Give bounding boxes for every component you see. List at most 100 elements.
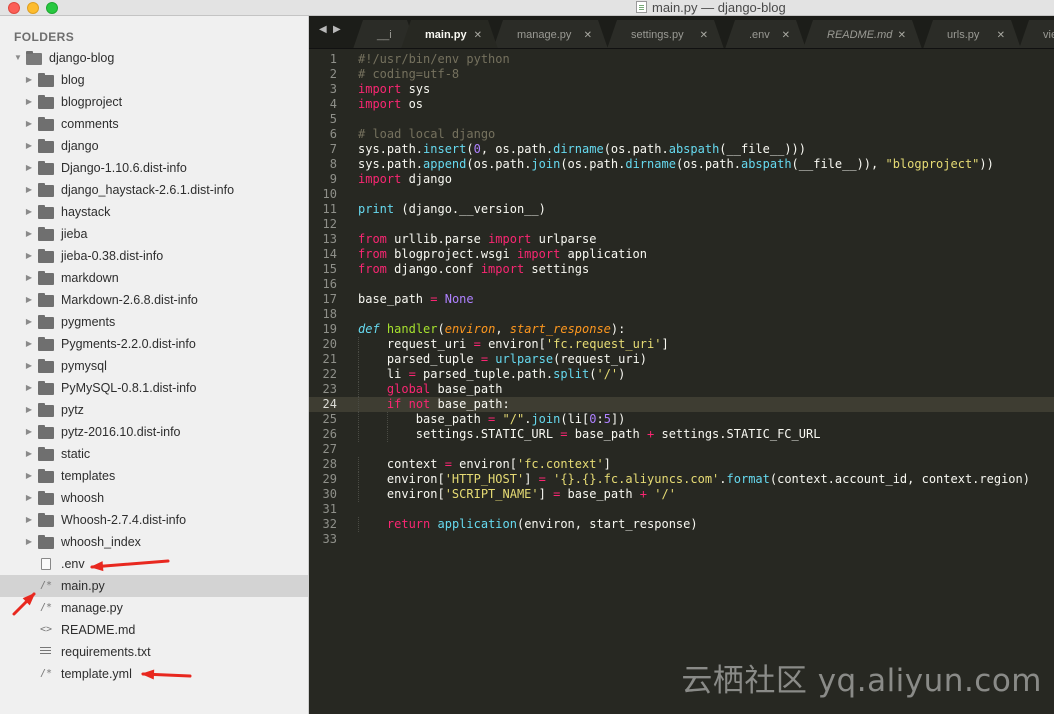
- code-line[interactable]: [353, 307, 1054, 322]
- line-number: 14: [322, 247, 337, 261]
- tab-main-py[interactable]: main.py ✕: [401, 20, 498, 49]
- code-string: "/": [502, 412, 525, 426]
- line-number: 22: [322, 367, 337, 381]
- code-line[interactable]: #!/usr/bin/env python: [353, 52, 1054, 67]
- code-line[interactable]: [353, 112, 1054, 127]
- code-function: append: [423, 157, 467, 171]
- code-comment: # load local django: [358, 127, 496, 141]
- code-line[interactable]: # load local django: [353, 127, 1054, 142]
- code-line[interactable]: return application(environ, start_respon…: [353, 517, 1054, 532]
- code-text: request_uri: [386, 337, 474, 351]
- editor-pane: ◀ ▶ __i main.py ✕ manage.py ✕ settings.py ✕ .en…: [309, 16, 1054, 714]
- line-number: 26: [322, 427, 337, 441]
- code-line[interactable]: [353, 187, 1054, 202]
- code-keyword: global: [386, 382, 431, 396]
- line-number: 23: [322, 382, 337, 396]
- tab-label: settings.py: [631, 29, 684, 41]
- line-number: 30: [322, 487, 337, 501]
- code-area[interactable]: #!/usr/bin/env python # coding=utf-8 impor…: [353, 49, 1054, 714]
- code-line[interactable]: import django: [353, 172, 1054, 187]
- code-line[interactable]: global base_path: [353, 382, 1054, 397]
- code-line[interactable]: # coding=utf-8: [353, 67, 1054, 82]
- code-line[interactable]: from django.conf import settings: [353, 262, 1054, 277]
- line-number: 16: [322, 277, 337, 291]
- code-line[interactable]: context = environ['fc.context']: [353, 457, 1054, 472]
- line-number: 24: [309, 397, 353, 412]
- code-line[interactable]: import os: [353, 97, 1054, 112]
- code-text: (os.path.: [560, 157, 626, 171]
- code-line[interactable]: from blogproject.wsgi import application: [353, 247, 1054, 262]
- code-function: dirname: [625, 157, 676, 171]
- code-line[interactable]: from urllib.parse import urlparse: [353, 232, 1054, 247]
- close-icon[interactable]: ✕: [474, 20, 482, 49]
- tab-manage-py[interactable]: manage.py ✕: [493, 20, 608, 49]
- code-line[interactable]: request_uri = environ['fc.request_uri']: [353, 337, 1054, 352]
- code-line[interactable]: [353, 217, 1054, 232]
- code-line[interactable]: environ['HTTP_HOST'] = '{}.{}.fc.aliyunc…: [353, 472, 1054, 487]
- code-line[interactable]: def handler(environ, start_response):: [353, 322, 1054, 337]
- code-text: (__file__)),: [791, 157, 886, 171]
- code-line[interactable]: li = parsed_tuple.path.split('/'): [353, 367, 1054, 382]
- line-number: 20: [322, 337, 337, 351]
- line-number: 32: [322, 517, 337, 531]
- close-icon[interactable]: ✕: [584, 20, 592, 49]
- code-line[interactable]: import sys: [353, 82, 1054, 97]
- code-line[interactable]: base_path = None: [353, 292, 1054, 307]
- watermark: 云栖社区 yq.aliyun.com: [681, 663, 1042, 699]
- code-text: ]: [524, 472, 539, 486]
- code-line[interactable]: sys.path.insert(0, os.path.dirname(os.pa…: [353, 142, 1054, 157]
- tab-label: vie: [1043, 29, 1051, 41]
- code-text: (os.path.: [466, 157, 532, 171]
- tab-vie[interactable]: vie: [1019, 20, 1054, 49]
- code-line[interactable]: [353, 502, 1054, 517]
- tab-label: urls.py: [947, 29, 980, 41]
- line-number: 6: [329, 127, 337, 141]
- indent-guide: [358, 487, 359, 502]
- code-text: urllib.parse: [386, 232, 489, 246]
- code-line[interactable]: sys.path.append(os.path.join(os.path.dir…: [353, 157, 1054, 172]
- code-text: settings: [524, 262, 590, 276]
- code-line[interactable]: settings.STATIC_URL = base_path + settin…: [353, 427, 1054, 442]
- code-text: (context.account_id, context.region): [769, 472, 1030, 486]
- code-text: django.conf: [386, 262, 481, 276]
- line-number: 25: [322, 412, 337, 426]
- code-line[interactable]: [353, 442, 1054, 457]
- indent-guide: [358, 412, 359, 427]
- code-param: start_response: [509, 322, 611, 336]
- code-line[interactable]: [353, 532, 1054, 547]
- close-icon[interactable]: ✕: [782, 20, 790, 49]
- code-text: , os.path.: [480, 142, 554, 156]
- code-keyword: =: [473, 337, 481, 351]
- code-text: ]: [603, 457, 611, 471]
- code-line[interactable]: if not base_path:: [353, 397, 1054, 412]
- code-line[interactable]: environ['SCRIPT_NAME'] = base_path + '/': [353, 487, 1054, 502]
- indent-guide: [358, 352, 359, 367]
- code-line[interactable]: parsed_tuple = urlparse(request_uri): [353, 352, 1054, 367]
- code-text: environ[: [451, 457, 517, 471]
- code-text: ): [618, 367, 626, 381]
- tab-next-button[interactable]: ▶: [333, 24, 341, 35]
- tab-urls-py[interactable]: urls.py ✕: [923, 20, 1021, 49]
- code-keyword: from: [358, 232, 387, 246]
- indent-guide: [358, 517, 359, 532]
- code-string: 'HTTP_HOST': [444, 472, 525, 486]
- tab-readme-md[interactable]: README.md ✕: [803, 20, 922, 49]
- close-icon[interactable]: ✕: [700, 20, 708, 49]
- tab-env[interactable]: .env ✕: [725, 20, 806, 49]
- code-text: context: [386, 457, 445, 471]
- code-keyword: not: [408, 397, 431, 411]
- tab-prev-button[interactable]: ◀: [319, 24, 327, 35]
- code-line[interactable]: print (django.__version__): [353, 202, 1054, 217]
- code-line[interactable]: [353, 277, 1054, 292]
- code-string: '/': [596, 367, 619, 381]
- close-icon[interactable]: ✕: [997, 20, 1005, 49]
- indent-guide: [386, 412, 388, 427]
- code-function: join: [531, 412, 561, 426]
- line-number: 2: [329, 67, 337, 81]
- code-text: application: [560, 247, 648, 261]
- close-icon[interactable]: ✕: [898, 20, 906, 49]
- code-text: base_path: [430, 382, 503, 396]
- code-line[interactable]: base_path = "/".join(li[0:5]): [353, 412, 1054, 427]
- tab-settings-py[interactable]: settings.py ✕: [607, 20, 724, 49]
